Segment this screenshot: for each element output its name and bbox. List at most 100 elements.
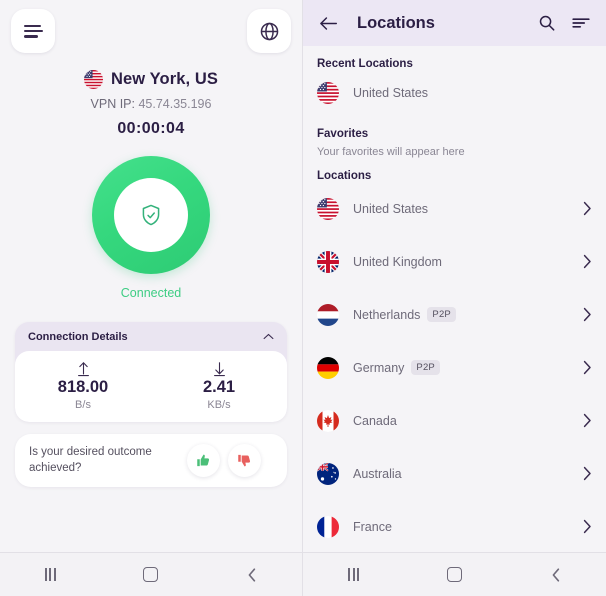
- location-name: New York, US: [111, 70, 218, 88]
- arrow-down-icon: [151, 360, 287, 377]
- chevron-up-icon[interactable]: [263, 333, 274, 340]
- thumbs-down-button[interactable]: [228, 444, 261, 477]
- current-location-block: New York, US VPN IP: 45.74.35.196 00:00:…: [0, 70, 302, 138]
- connect-toggle-inner: [114, 178, 188, 252]
- recent-locations-title: Recent Locations: [317, 58, 413, 70]
- upload-value: 818.00: [57, 378, 109, 396]
- sort-button[interactable]: [568, 10, 594, 36]
- location-label: Canada: [353, 413, 397, 428]
- upload-stat: 818.00 B/s: [15, 360, 151, 411]
- home-top-bar: [0, 0, 302, 62]
- thumbs-up-icon: [197, 454, 210, 467]
- home-icon: [447, 567, 462, 582]
- chevron-right-icon[interactable]: [583, 519, 592, 534]
- vpn-home-screen: New York, US VPN IP: 45.74.35.196 00:00:…: [0, 0, 303, 596]
- arrow-back-icon: [319, 16, 337, 30]
- upload-unit: B/s: [75, 399, 91, 411]
- chevron-right-icon[interactable]: [583, 307, 592, 322]
- connection-status-text: Connected: [120, 286, 182, 300]
- uk-flag-icon: [317, 250, 339, 273]
- us-flag-icon: [317, 82, 339, 104]
- locations-appbar: Locations: [303, 0, 606, 46]
- location-row: New York, US: [0, 70, 302, 89]
- ca-flag-icon: [317, 409, 339, 432]
- connection-details-card: Connection Details 818.00 B/s 2.41 KB/s: [15, 322, 287, 422]
- menu-button[interactable]: [11, 9, 55, 53]
- recent-location-item[interactable]: United States: [303, 70, 606, 116]
- locations-section-title: Locations: [317, 170, 372, 182]
- globe-button[interactable]: [247, 9, 291, 53]
- location-label: United Kingdom: [353, 254, 442, 269]
- back-arrow-button[interactable]: [315, 10, 341, 36]
- left-spacer: [0, 487, 302, 552]
- locations-screen: Locations Recent Locations United States…: [303, 0, 606, 596]
- location-item-germany[interactable]: Germany P2P: [303, 341, 606, 394]
- p2p-badge: P2P: [411, 360, 440, 375]
- connection-timer: 00:00:04: [117, 120, 185, 137]
- feedback-question: Is your desired outcome achieved?: [29, 445, 152, 474]
- home-button-left[interactable]: [129, 560, 173, 590]
- chevron-right-icon[interactable]: [583, 360, 592, 375]
- fr-flag-icon: [317, 515, 339, 538]
- location-item-united-states[interactable]: United States: [303, 182, 606, 235]
- chevron-right-icon[interactable]: [583, 254, 592, 269]
- connection-details-header[interactable]: Connection Details: [15, 322, 287, 351]
- recents-button-left[interactable]: [28, 560, 72, 590]
- vpn-ip-value: 45.74.35.196: [138, 97, 212, 111]
- location-label: Australia: [353, 466, 402, 481]
- shield-check-icon: [142, 204, 160, 226]
- back-icon: [248, 567, 255, 582]
- connect-toggle-button[interactable]: [92, 156, 210, 274]
- search-icon: [539, 15, 555, 31]
- home-icon: [143, 567, 159, 582]
- dual-screen-container: New York, US VPN IP: 45.74.35.196 00:00:…: [0, 0, 606, 596]
- connection-toggle-wrap: Connected: [0, 156, 302, 300]
- download-value: 2.41: [202, 378, 236, 396]
- location-item-netherlands[interactable]: Netherlands P2P: [303, 288, 606, 341]
- sort-icon: [572, 18, 590, 28]
- location-item-australia[interactable]: Australia: [303, 447, 606, 500]
- au-flag-icon: [317, 462, 339, 485]
- back-button-right[interactable]: [534, 560, 578, 590]
- download-stat: 2.41 KB/s: [151, 360, 287, 411]
- location-item-canada[interactable]: Canada: [303, 394, 606, 447]
- vpn-ip-row: VPN IP: 45.74.35.196: [0, 97, 302, 111]
- location-label: Germany: [353, 360, 405, 375]
- us-flag-icon: [317, 197, 339, 220]
- android-navbar-right: [303, 552, 606, 596]
- feedback-card: Is your desired outcome achieved?: [15, 434, 287, 487]
- thumbs-down-icon: [238, 454, 251, 467]
- download-unit: KB/s: [207, 399, 231, 411]
- favorites-empty-text: Your favorites will appear here: [317, 146, 465, 158]
- us-flag-icon: [84, 70, 104, 89]
- arrow-up-icon: [15, 360, 151, 377]
- chevron-right-icon[interactable]: [583, 413, 592, 428]
- locations-body: Recent Locations United States Favorites…: [303, 46, 606, 552]
- chevron-right-icon[interactable]: [583, 201, 592, 216]
- favorites-title: Favorites: [317, 128, 369, 140]
- p2p-badge: P2P: [427, 307, 456, 322]
- home-button-right[interactable]: [433, 560, 477, 590]
- location-item-france[interactable]: France: [303, 500, 606, 552]
- de-flag-icon: [317, 356, 339, 379]
- location-label: Netherlands: [353, 307, 421, 322]
- location-label: United States: [353, 201, 429, 216]
- back-button-left[interactable]: [230, 560, 274, 590]
- nl-flag-icon: [317, 303, 339, 326]
- android-navbar-left: [0, 552, 302, 596]
- location-label: France: [353, 519, 392, 534]
- search-button[interactable]: [534, 10, 560, 36]
- recents-icon: [44, 568, 56, 581]
- chevron-right-icon[interactable]: [583, 466, 592, 481]
- recent-location-label: United States: [353, 86, 429, 100]
- recents-icon: [348, 568, 359, 581]
- back-icon: [552, 567, 559, 582]
- globe-icon: [260, 22, 278, 40]
- page-title: Locations: [357, 13, 435, 32]
- location-item-united-kingdom[interactable]: United Kingdom: [303, 235, 606, 288]
- thumbs-up-button[interactable]: [187, 444, 220, 477]
- vpn-ip-label: VPN IP:: [90, 97, 135, 111]
- connection-details-title: Connection Details: [28, 330, 128, 343]
- connection-details-body: 818.00 B/s 2.41 KB/s: [15, 351, 287, 422]
- recents-button-right[interactable]: [332, 560, 376, 590]
